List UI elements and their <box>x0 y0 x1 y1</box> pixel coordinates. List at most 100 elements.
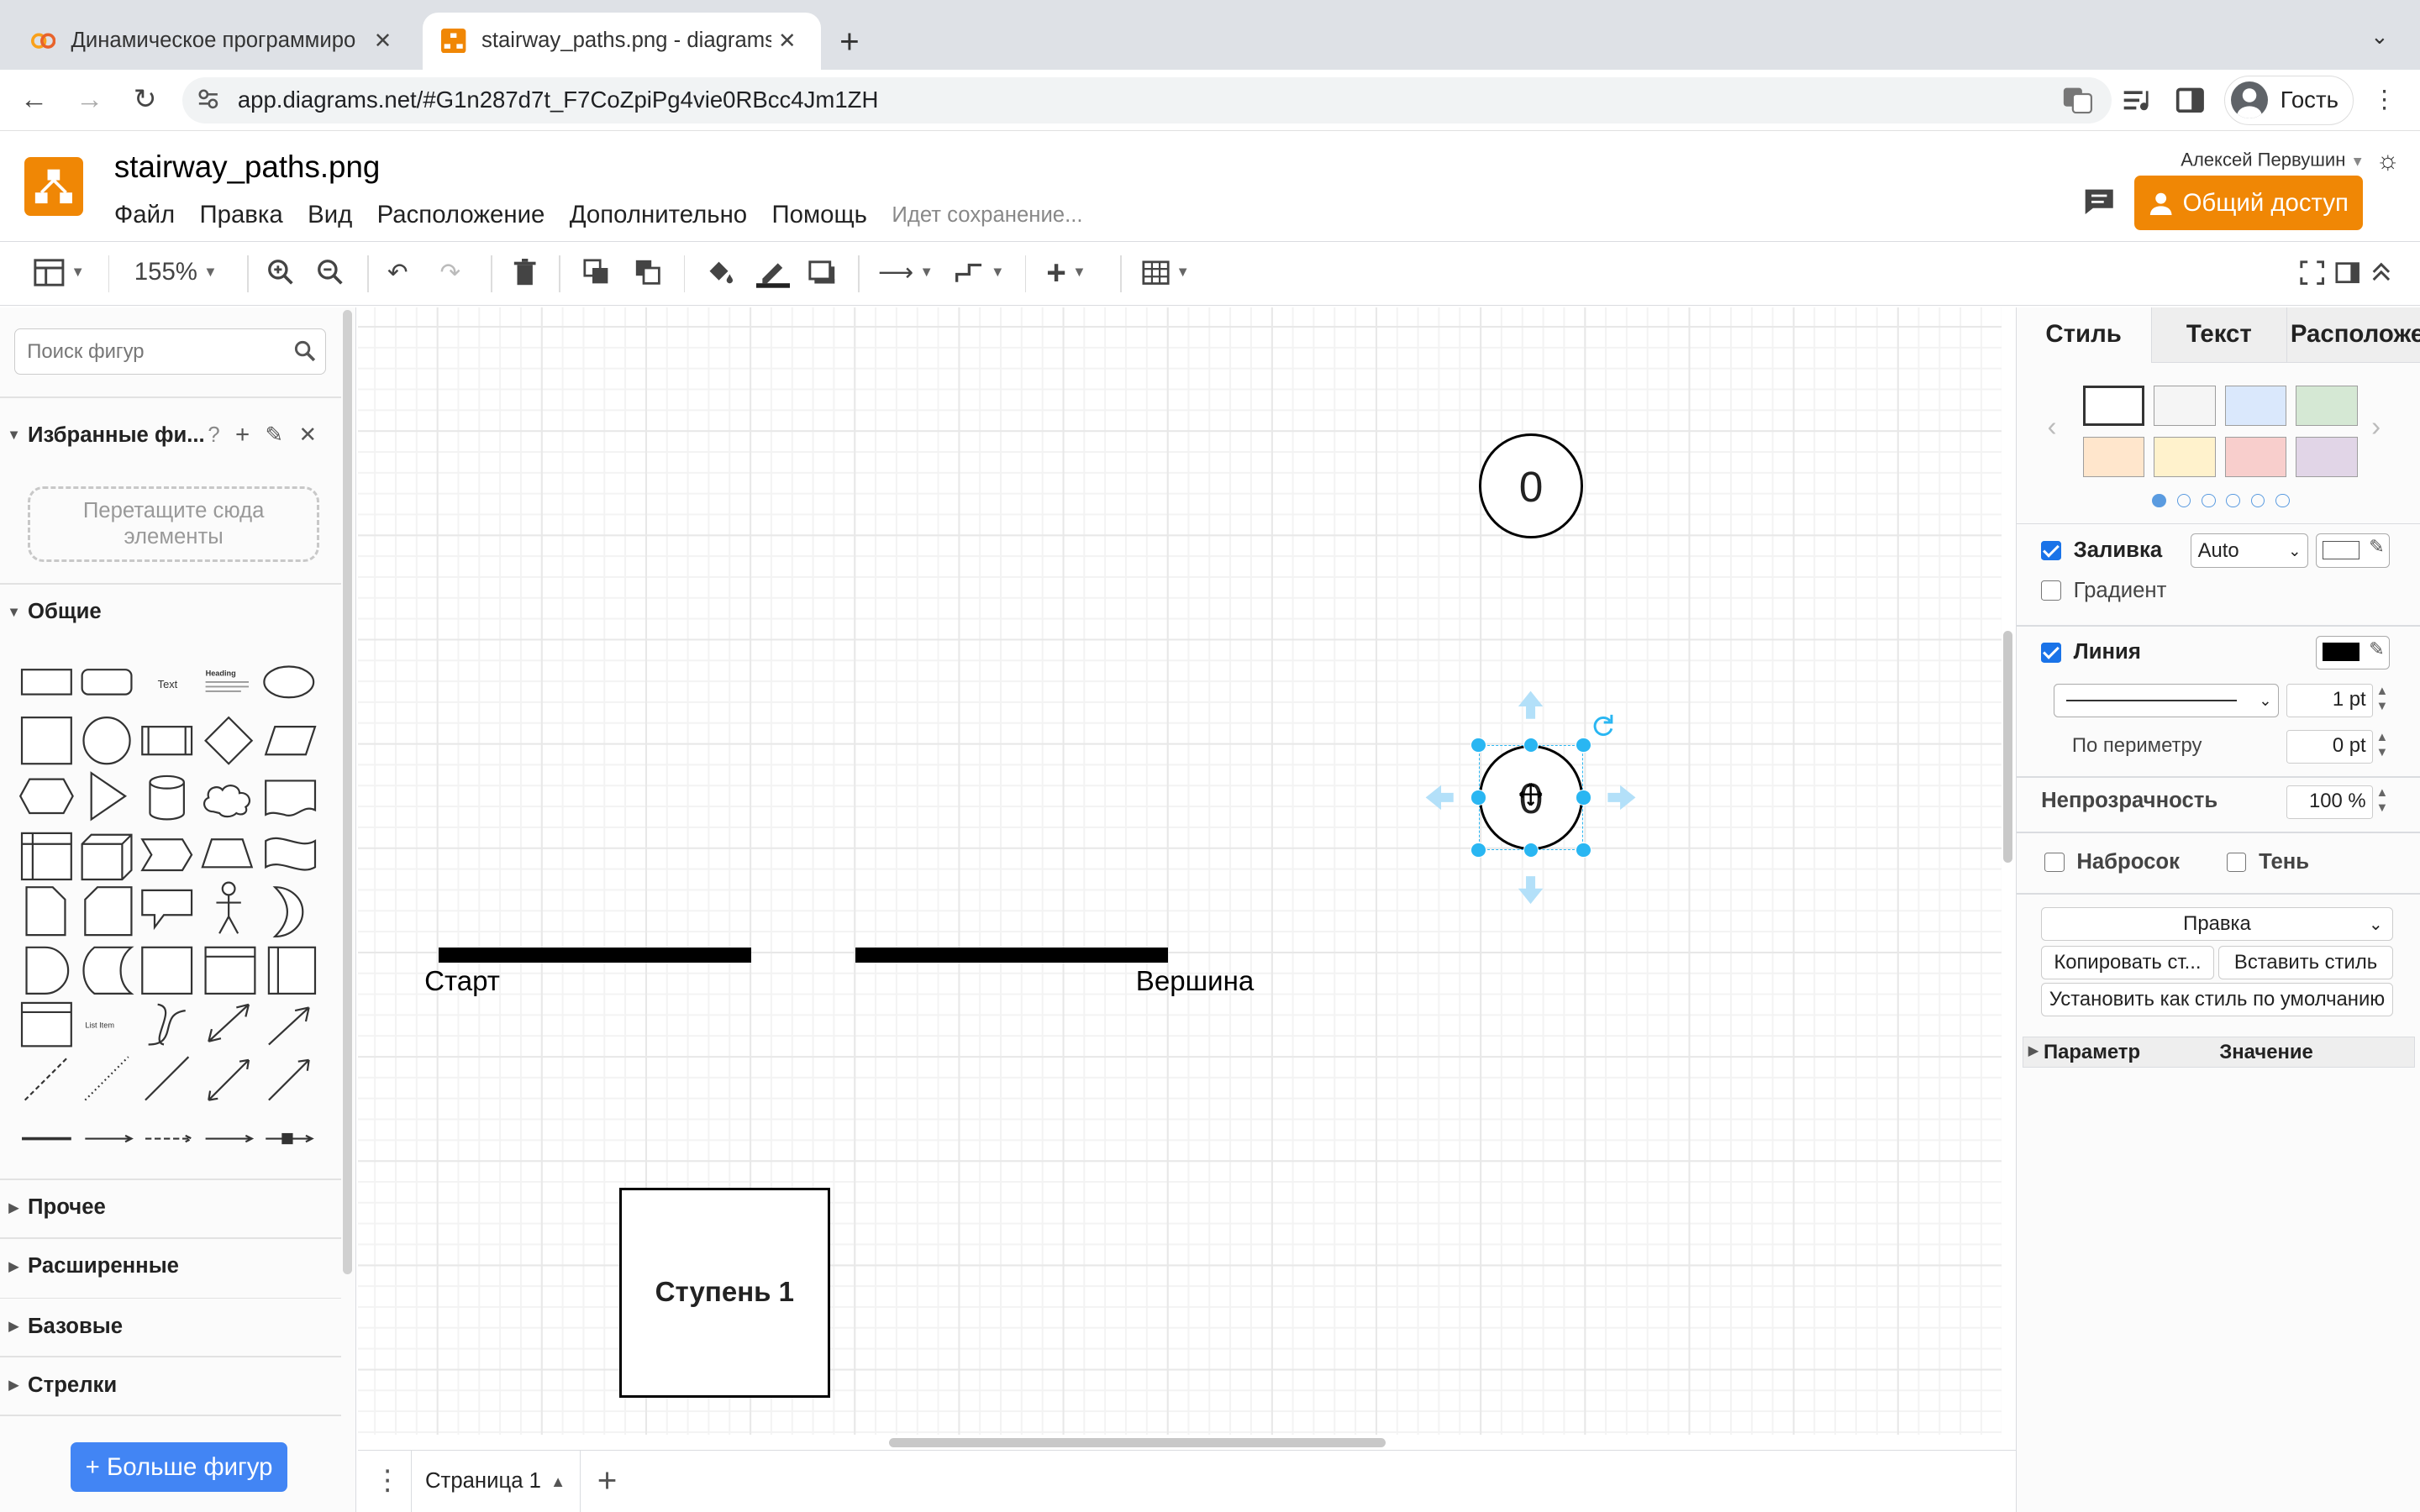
collapse-chevron-icon[interactable] <box>2370 254 2392 291</box>
to-back-icon[interactable] <box>634 254 662 291</box>
perimeter-stepper-icon[interactable]: ▲ ▼ <box>2376 730 2389 761</box>
tab-search-chevron-icon[interactable]: ⌄ <box>2370 24 2389 50</box>
tab-arrange[interactable]: Расположе <box>2286 307 2420 363</box>
search-icon[interactable] <box>294 340 316 362</box>
side-panel-icon[interactable] <box>2175 85 2206 116</box>
line-color-icon[interactable] <box>755 254 791 291</box>
share-button[interactable]: Общий доступ <box>2134 176 2363 230</box>
copy-style-button[interactable]: Копировать ст... <box>2041 945 2214 980</box>
section-advanced[interactable]: ▶ Расширенные <box>0 1254 341 1278</box>
format-panel-toggle-icon[interactable]: ▼ <box>34 254 85 291</box>
close-tab-icon[interactable]: ✕ <box>367 29 398 54</box>
platform-line-top[interactable] <box>855 947 1169 963</box>
user-account[interactable]: Алексей Первушин ▼ ☼ <box>2181 145 2400 176</box>
line-pattern-select[interactable]: ⌄ <box>2053 683 2279 718</box>
zoom-select[interactable]: 155% ▼ <box>134 254 218 291</box>
menu-extras[interactable]: Дополнительно <box>570 201 747 229</box>
fullscreen-icon[interactable] <box>2300 254 2324 291</box>
close-icon[interactable]: ✕ <box>298 423 317 448</box>
browser-tab-leetcode[interactable]: Динамическое программиро ✕ <box>13 13 417 70</box>
menu-arrange[interactable]: Расположение <box>377 201 545 229</box>
theme-sun-icon[interactable]: ☼ <box>2375 145 2400 175</box>
style-swatch[interactable] <box>2082 386 2145 426</box>
diagram-canvas[interactable] <box>358 307 2002 1436</box>
platform-line-start[interactable] <box>438 947 752 963</box>
drawio-logo[interactable] <box>24 157 84 217</box>
page-tab-chevron-icon[interactable]: ▲ <box>550 1473 566 1491</box>
style-swatch[interactable] <box>2296 436 2358 477</box>
tab-text[interactable]: Текст <box>2150 307 2287 363</box>
profile-button[interactable]: Гость <box>2223 75 2354 125</box>
canvas-vertical-scrollbar[interactable] <box>2002 307 2016 1436</box>
eyedropper-icon[interactable]: ✎ <box>2369 536 2384 558</box>
sidebar-scrollbar[interactable] <box>342 310 352 1275</box>
shape-search-input[interactable]: Поиск фигур <box>13 328 326 375</box>
section-misc[interactable]: ▶ Прочее <box>0 1195 341 1220</box>
browser-menu-icon[interactable]: ⋮ <box>2369 85 2400 116</box>
line-checkbox[interactable] <box>2041 642 2061 663</box>
connection-arrow-icon[interactable]: ⟶ ▼ <box>878 254 934 291</box>
site-info-icon[interactable] <box>197 88 219 110</box>
menu-edit[interactable]: Правка <box>200 201 283 229</box>
step-box[interactable]: Ступень 1 <box>618 1188 831 1399</box>
section-basic[interactable]: ▶ Базовые <box>0 1315 341 1339</box>
menu-file[interactable]: Файл <box>114 201 175 229</box>
style-swatch[interactable] <box>2296 386 2358 426</box>
set-default-style-button[interactable]: Установить как стиль по умолчанию <box>2041 982 2393 1017</box>
document-title[interactable]: stairway_paths.png <box>114 150 380 185</box>
add-icon[interactable]: + <box>235 421 250 449</box>
more-shapes-button[interactable]: + Больше фигур <box>71 1442 287 1493</box>
back-arrow-icon[interactable]: ← <box>15 81 52 118</box>
expand-triangle-icon[interactable]: ▶ <box>2028 1042 2039 1059</box>
zoom-in-icon[interactable] <box>267 254 295 291</box>
sketch-checkbox[interactable] <box>2044 852 2065 873</box>
line-width-stepper-icon[interactable]: ▲ ▼ <box>2376 684 2389 715</box>
undo-icon[interactable]: ↶ <box>387 254 408 291</box>
circle-node-top[interactable]: 0 <box>1478 433 1584 538</box>
close-tab-icon[interactable]: ✕ <box>771 29 802 54</box>
shadow-icon[interactable] <box>808 254 836 291</box>
swatch-page-dot[interactable] <box>2202 493 2216 508</box>
insert-plus-icon[interactable]: + ▼ <box>1046 253 1086 291</box>
pages-menu-icon[interactable]: ⋮ <box>373 1463 401 1497</box>
comments-icon[interactable] <box>2082 186 2116 218</box>
style-swatch[interactable] <box>2154 386 2216 426</box>
media-controls-icon[interactable] <box>2121 85 2152 116</box>
scrollbar-thumb[interactable] <box>2003 631 2013 863</box>
perimeter-input[interactable]: 0 pt <box>2286 729 2373 764</box>
edit-pencil-icon[interactable]: ✎ <box>266 423 284 448</box>
fill-checkbox[interactable] <box>2041 540 2061 561</box>
swatch-page-dot[interactable] <box>2275 493 2290 508</box>
line-color-picker[interactable]: ✎ <box>2316 635 2391 670</box>
tab-style[interactable]: Стиль <box>2016 307 2151 363</box>
translate-icon[interactable] <box>2062 85 2093 116</box>
style-swatch[interactable] <box>2224 386 2287 426</box>
top-label[interactable]: Вершина <box>1136 966 1254 998</box>
swatch-page-dot[interactable] <box>2250 493 2265 508</box>
menu-view[interactable]: Вид <box>308 201 352 229</box>
paste-style-button[interactable]: Вставить стиль <box>2218 945 2393 980</box>
favorites-drop-zone[interactable]: Перетащите сюда элементы <box>28 486 320 562</box>
delete-icon[interactable] <box>513 254 537 291</box>
edit-style-select[interactable]: Правка ⌄ <box>2041 906 2393 942</box>
favorites-section-header[interactable]: ▼ Избранные фи... ? + ✎ ✕ <box>0 421 341 449</box>
style-swatch[interactable] <box>2082 436 2145 477</box>
style-swatch[interactable] <box>2224 436 2287 477</box>
waypoints-icon[interactable]: ▼ <box>954 254 1005 291</box>
menu-help[interactable]: Помощь <box>772 201 867 229</box>
eyedropper-icon[interactable]: ✎ <box>2369 638 2384 660</box>
fill-mode-select[interactable]: Auto ⌄ <box>2191 533 2308 568</box>
start-label[interactable]: Старт <box>424 966 500 998</box>
new-tab-button[interactable]: + <box>839 22 860 61</box>
zoom-out-icon[interactable] <box>317 254 345 291</box>
help-icon[interactable]: ? <box>208 423 219 448</box>
swatches-prev-icon[interactable]: ‹ <box>2047 412 2056 444</box>
opacity-stepper-icon[interactable]: ▲ ▼ <box>2376 785 2389 816</box>
to-front-icon[interactable] <box>583 254 611 291</box>
browser-tab-diagrams[interactable]: stairway_paths.png - diagrams ✕ <box>423 12 822 70</box>
fill-color-picker[interactable]: ✎ <box>2316 533 2391 568</box>
swatch-page-dot[interactable] <box>2176 493 2191 508</box>
swatch-page-dot[interactable] <box>2226 493 2240 508</box>
canvas-horizontal-scrollbar[interactable] <box>888 1437 1386 1447</box>
redo-icon[interactable]: ↷ <box>439 254 460 291</box>
